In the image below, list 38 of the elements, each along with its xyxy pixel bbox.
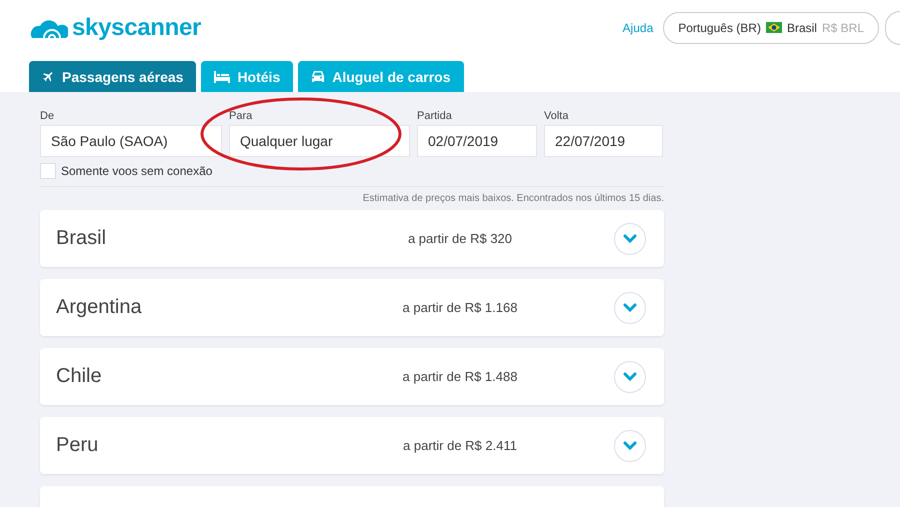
checkbox-label: Somente voos sem conexão	[61, 164, 212, 178]
input-field[interactable]: São Paulo (SAOA)	[40, 125, 222, 157]
field-label: Para	[229, 110, 254, 122]
expand-button[interactable]	[614, 292, 646, 324]
country-name: Argentina	[56, 296, 143, 319]
price-text: a partir de R$ 1.488	[402, 369, 518, 384]
expand-button[interactable]	[614, 222, 646, 254]
result-card[interactable]: Chile a partir de R$ 1.488	[40, 348, 664, 405]
plane-icon	[42, 70, 55, 83]
expand-button[interactable]	[614, 430, 646, 462]
input-field[interactable]: 02/07/2019	[417, 125, 537, 157]
field-label: De	[40, 110, 56, 122]
country-name: Peru	[56, 434, 100, 457]
result-card[interactable]: Brasil a partir de R$ 320	[40, 210, 664, 267]
chevron-icon	[623, 303, 637, 312]
country-name: Brasil	[56, 227, 108, 250]
bed-icon	[214, 70, 230, 82]
nav-tab[interactable]: Passagens aéreas	[29, 61, 196, 92]
price-text: a partir de R$ 320	[406, 231, 514, 246]
field-label: Volta	[544, 110, 570, 122]
input-field[interactable]: Qualquer lugar	[229, 125, 410, 157]
result-card[interactable]: Peru a partir de R$ 2.411	[40, 417, 664, 474]
logo-text: skyscanner	[72, 14, 202, 42]
chevron-icon	[623, 441, 637, 450]
car-icon	[311, 70, 326, 83]
input-field[interactable]: 22/07/2019	[544, 125, 663, 157]
field-label: Partida	[417, 110, 453, 122]
expand-button[interactable]	[614, 360, 646, 392]
country-name: Chile	[56, 365, 103, 388]
result-card[interactable]: Argentina a partir de R$ 1.168	[40, 279, 664, 336]
flag-icon	[766, 22, 782, 33]
checkbox[interactable]	[40, 163, 56, 179]
locale-button[interactable]: Português (BR) Brasil R$ BRL	[663, 12, 879, 44]
price-text: a partir de R$ 1.168	[402, 300, 518, 315]
chevron-icon	[623, 372, 637, 381]
price-note: Estimativa de preços mais baixos. Encontrados nos últimos 15 dias.	[362, 193, 664, 204]
price-text: a partir de R$ 2.411	[402, 438, 518, 453]
chevron-icon	[623, 234, 637, 243]
